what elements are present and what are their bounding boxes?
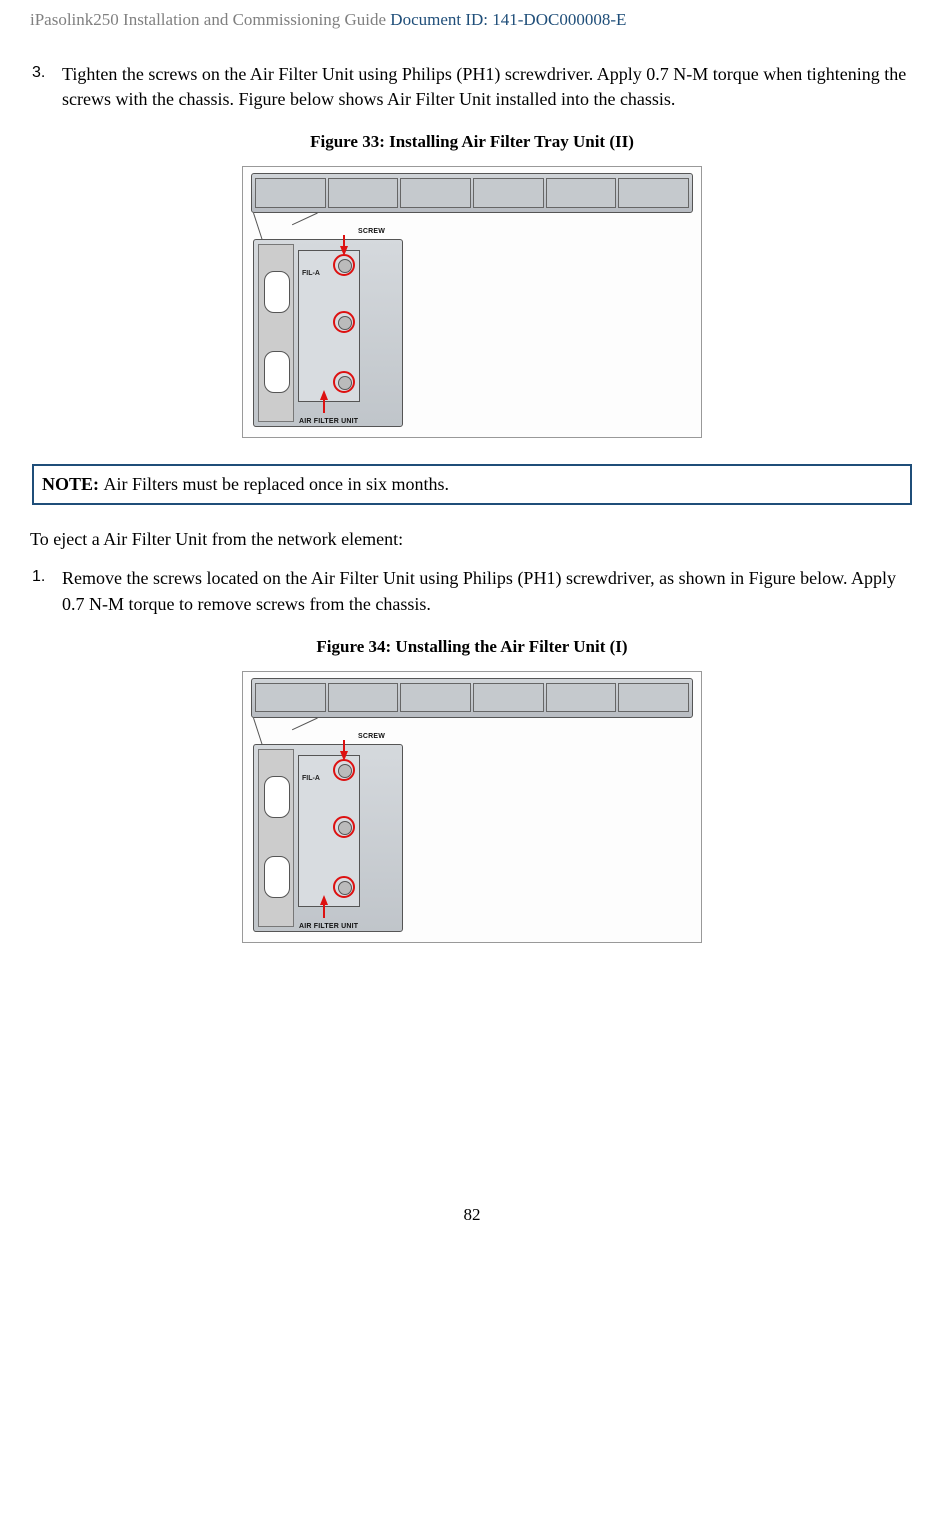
arrow-down-icon (340, 246, 348, 256)
figure-34-image: FIL-A SCREW AIR FILTER UNIT (242, 671, 702, 943)
unit-arrow-icon (323, 904, 325, 918)
figure-34-caption: Figure 34: Unstalling the Air Filter Uni… (30, 635, 914, 659)
screw-indicator-icon (333, 876, 355, 898)
step-3: 3. Tighten the screws on the Air Filter … (30, 62, 914, 112)
step-number: 3. (30, 62, 60, 112)
eject-intro: To eject a Air Filter Unit from the netw… (30, 527, 914, 552)
screw-indicator-icon (333, 816, 355, 838)
zoom-panel: FIL-A (253, 239, 403, 427)
screw-label: SCREW (358, 732, 385, 742)
screw-indicator-icon (333, 254, 355, 276)
header-docid: Document ID: 141-DOC000008-E (390, 10, 626, 29)
page-header: iPasolink250 Installation and Commission… (30, 8, 914, 32)
note-box: NOTE: Air Filters must be replaced once … (32, 464, 912, 505)
arrow-up-icon (320, 390, 328, 400)
unit-arrow-icon (323, 399, 325, 413)
header-title: iPasolink250 Installation and Commission… (30, 10, 390, 29)
air-filter-unit-label: AIR FILTER UNIT (299, 417, 358, 427)
screw-label: SCREW (358, 227, 385, 237)
step-text: Remove the screws located on the Air Fil… (60, 566, 914, 616)
note-label: NOTE: (42, 474, 104, 494)
chassis-diagram (251, 678, 693, 718)
figure-33-image: FIL-A SCREW AIR FILTER UNIT (242, 166, 702, 438)
screw-indicator-icon (333, 311, 355, 333)
arrow-up-icon (320, 895, 328, 905)
screw-indicator-icon (333, 759, 355, 781)
air-filter-unit-label: AIR FILTER UNIT (299, 922, 358, 932)
step-1: 1. Remove the screws located on the Air … (30, 566, 914, 616)
page-number: 82 (30, 1203, 914, 1227)
step-text: Tighten the screws on the Air Filter Uni… (60, 62, 914, 112)
chassis-diagram (251, 173, 693, 213)
note-text: Air Filters must be replaced once in six… (104, 474, 449, 494)
screw-indicator-icon (333, 371, 355, 393)
page: iPasolink250 Installation and Commission… (0, 0, 944, 1246)
step-number: 1. (30, 566, 60, 616)
fil-label: FIL-A (302, 269, 320, 279)
fil-label: FIL-A (302, 774, 320, 784)
zoom-panel: FIL-A (253, 744, 403, 932)
arrow-down-icon (340, 751, 348, 761)
figure-33-caption: Figure 33: Installing Air Filter Tray Un… (30, 130, 914, 154)
